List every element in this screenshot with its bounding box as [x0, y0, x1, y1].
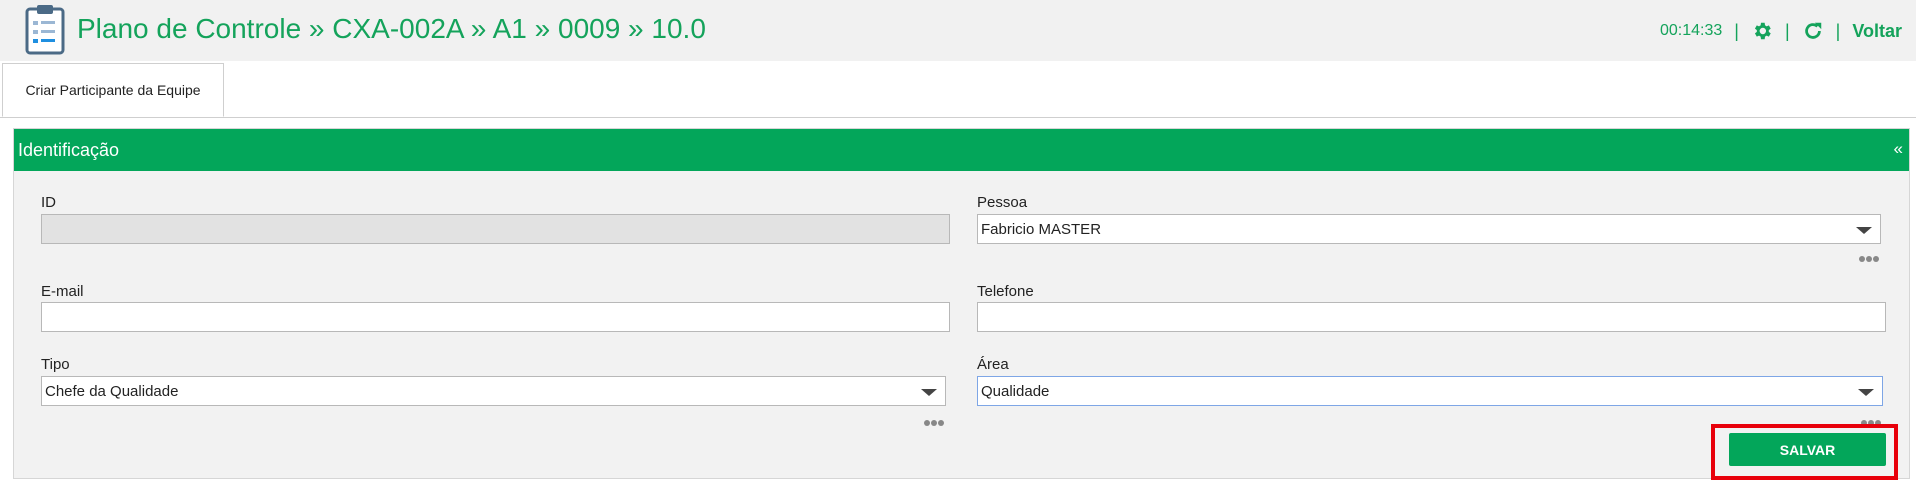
tab-bar: Criar Participante da Equipe: [0, 61, 1916, 118]
save-button[interactable]: SALVAR: [1729, 433, 1886, 466]
tipo-label: Tipo: [41, 356, 70, 373]
app-header: Plano de Controle » CXA-002A » A1 » 0009…: [0, 0, 1916, 61]
telefone-field[interactable]: [977, 302, 1886, 332]
email-label: E-mail: [41, 283, 84, 300]
pessoa-value: Fabricio MASTER: [981, 220, 1102, 238]
pessoa-label: Pessoa: [977, 194, 1028, 211]
id-field: [41, 214, 950, 244]
separator: |: [1784, 20, 1790, 41]
clipboard-icon: [25, 5, 65, 55]
id-label: ID: [41, 194, 56, 211]
email-field[interactable]: [41, 302, 950, 332]
area-select[interactable]: Qualidade: [977, 376, 1883, 406]
chevron-down-icon: [1856, 227, 1872, 234]
area-more-icon[interactable]: [1861, 413, 1883, 426]
page-title: Plano de Controle » CXA-002A » A1 » 0009…: [77, 13, 706, 44]
chevron-down-icon: [921, 389, 937, 396]
area-label: Área: [977, 356, 1009, 373]
tipo-value: Chefe da Qualidade: [45, 382, 179, 400]
telefone-label: Telefone: [977, 283, 1034, 300]
pessoa-more-icon[interactable]: [1859, 249, 1881, 262]
separator: |: [1734, 20, 1739, 41]
panel-title: Identificação: [18, 139, 120, 160]
tab-criar-participante[interactable]: Criar Participante da Equipe: [2, 63, 224, 117]
pessoa-select[interactable]: Fabricio MASTER: [977, 214, 1881, 244]
collapse-icon[interactable]: «: [1894, 139, 1903, 159]
panel-header: Identificação «: [14, 129, 1909, 171]
area-value: Qualidade: [981, 382, 1050, 400]
chevron-down-icon: [1858, 389, 1874, 396]
tipo-more-icon[interactable]: [924, 413, 946, 426]
tipo-select[interactable]: Chefe da Qualidade: [41, 376, 946, 406]
refresh-icon[interactable]: [1802, 20, 1824, 42]
back-link[interactable]: Voltar: [1852, 21, 1902, 42]
separator: |: [1835, 20, 1841, 41]
gear-icon[interactable]: [1751, 20, 1773, 42]
session-timer: 00:14:33: [1659, 22, 1723, 39]
header-toolbar: 00:14:33 | | | Voltar: [1660, 20, 1902, 42]
